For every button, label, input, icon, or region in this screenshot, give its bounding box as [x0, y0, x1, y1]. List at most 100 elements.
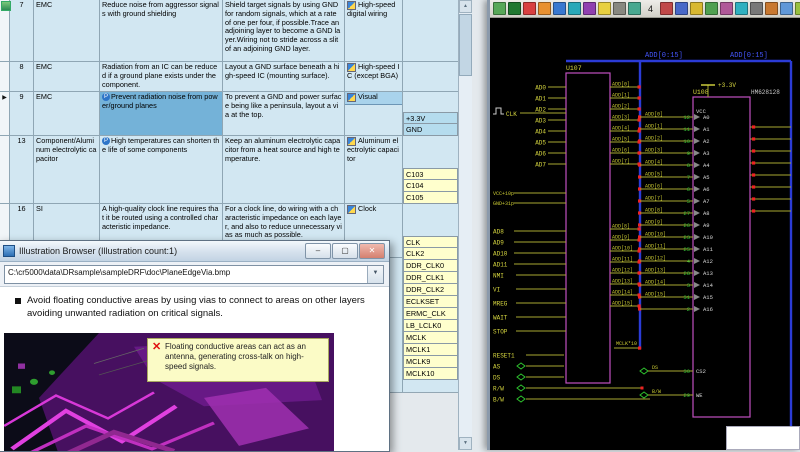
illustration-badge-icon[interactable]: P — [102, 137, 110, 145]
bus-tap-row[interactable]: ADD[2] — [610, 104, 641, 111]
net-label[interactable]: MCLK*10 — [616, 341, 637, 347]
related-net-cell[interactable]: MCLK — [403, 332, 458, 344]
dropdown-arrow-icon[interactable]: ▼ — [367, 266, 383, 283]
toolbar-icon[interactable] — [523, 2, 536, 15]
toolbar-icon[interactable] — [613, 2, 626, 15]
bus-tap-row[interactable]: ADD[8] — [610, 224, 641, 231]
cell-category[interactable]: EMC — [34, 0, 100, 61]
bus-tap-row[interactable]: ADD[13] — [610, 279, 641, 286]
toolbar-icon[interactable] — [660, 2, 673, 15]
address-pin-row[interactable]: ADD[9] 26 A9 — [638, 220, 710, 229]
ref-designator[interactable]: U107 — [566, 65, 582, 72]
cell-row-number[interactable]: 13 — [10, 136, 34, 203]
data-pin-row[interactable] — [750, 185, 791, 188]
bus-tap-row[interactable]: ADD[1] — [610, 93, 641, 100]
cell-description[interactable]: PPrevent radiation noise from power/grou… — [100, 92, 223, 135]
power-net-label[interactable]: +3.3V — [718, 82, 736, 89]
cell-countermeasure[interactable]: Keep an aluminum electrolytic capacitor … — [223, 136, 345, 203]
toolbar-icon[interactable] — [628, 2, 641, 15]
related-net-cell[interactable]: +3.3V — [403, 112, 458, 124]
related-net-cell[interactable]: ERMC_CLK — [403, 308, 458, 320]
control-net-row[interactable]: RESET1 — [493, 352, 564, 359]
cell-row-number[interactable]: 8 — [10, 62, 34, 91]
bus-label[interactable]: ADD[0:15] — [645, 52, 683, 60]
ad-net-row[interactable]: AD1 — [535, 95, 566, 102]
address-pin-row[interactable]: ADD[13] 28 A13 — [638, 268, 713, 277]
toolbar-icon[interactable] — [493, 2, 506, 15]
bus-tap-row[interactable]: ADD[9] — [610, 235, 641, 242]
bus-tap-row[interactable]: ADD[7] — [610, 159, 641, 166]
related-part-cell[interactable]: C105 — [403, 192, 458, 204]
address-pin-row[interactable]: ADD[3] 9 A3 — [638, 148, 710, 157]
title-bar[interactable]: Illustration Browser (Illustration count… — [0, 241, 389, 262]
toolbar-icon[interactable] — [598, 2, 611, 15]
cell-row-number[interactable]: 9 — [10, 92, 34, 135]
toolbar-icon[interactable] — [705, 2, 718, 15]
net-label[interactable]: CLK — [506, 111, 517, 118]
data-pin-row[interactable] — [750, 197, 791, 200]
ad-net-row[interactable]: AD6 — [535, 150, 566, 157]
control-pin-row[interactable]: DS 30 CS2 — [640, 365, 706, 375]
ad-net-row[interactable]: AD4 — [535, 128, 566, 135]
bus-tap-row[interactable]: ADD[6] — [610, 148, 641, 155]
address-pin-row[interactable]: ADD[6] 6 A6 — [638, 184, 710, 193]
toolbar-icon[interactable] — [568, 2, 581, 15]
bus-tap-row[interactable]: ADD[11] — [610, 257, 641, 264]
close-button[interactable]: ✕ — [359, 243, 385, 259]
toolbar-icon[interactable] — [735, 2, 748, 15]
bus-tap-row[interactable]: ADD[0] — [610, 82, 641, 89]
toolbar-icon[interactable] — [765, 2, 778, 15]
illustration-path-combo[interactable]: C:\cr5000\data\DRsample\sampleDRF\doc\Pl… — [4, 265, 384, 284]
bus-tap-row[interactable]: ADD[15] — [610, 301, 641, 308]
cell-category[interactable]: EMC — [34, 62, 100, 91]
toolbar-icon[interactable] — [720, 2, 733, 15]
ref-designator[interactable]: U108 — [693, 89, 709, 96]
toolbar-icon[interactable] — [583, 2, 596, 15]
illustration-badge-icon[interactable]: P — [102, 93, 110, 101]
cell-related-item[interactable]: Visual — [345, 92, 403, 135]
toolbar-icon[interactable] — [750, 2, 763, 15]
bus-tap-row[interactable]: ADD[12] — [610, 268, 641, 275]
ad-net-row[interactable]: AD7 — [535, 161, 566, 168]
related-net-cell[interactable]: DDR_CLK1 — [403, 272, 458, 284]
address-pin-row[interactable]: ADD[1] 11 A1 — [638, 124, 710, 133]
address-pin-row[interactable]: ADD[11] 25 A11 — [638, 244, 714, 253]
ic-u107[interactable] — [566, 73, 610, 383]
control-net-row[interactable]: NMI — [493, 272, 566, 279]
toolbar-icon[interactable] — [553, 2, 566, 15]
address-pin-row[interactable]: ADD[2] 10 A2 — [638, 136, 710, 145]
cell-related-item[interactable]: Aluminum electrolytic capacitor — [345, 136, 403, 203]
power-ref-row[interactable]: VCC+10p — [493, 191, 566, 197]
power-ref-row[interactable]: GND+31p — [493, 201, 566, 207]
cell-countermeasure[interactable]: To prevent a GND and power surface being… — [223, 92, 345, 135]
address-pin-row[interactable]: ADD[14] 3 A14 — [638, 280, 714, 289]
address-pin-row[interactable]: ADD[10] 23 A10 — [638, 232, 713, 241]
ad-net-row[interactable]: AD0 — [535, 84, 566, 91]
related-net-cell[interactable]: MCLK10 — [403, 368, 458, 380]
control-net-row[interactable]: R/W — [493, 385, 564, 392]
data-pin-row[interactable] — [750, 125, 791, 128]
cell-description[interactable]: PHigh temperatures can shorten the life … — [100, 136, 223, 203]
minimize-button[interactable]: – — [305, 243, 331, 259]
address-pin-row[interactable]: ADD[8] 27 A8 — [638, 208, 710, 217]
address-pin-row[interactable]: ADD[12] 4 A12 — [638, 256, 713, 265]
control-net-row[interactable]: STOP — [493, 328, 566, 335]
ad-net-row[interactable]: AD9 — [493, 239, 566, 246]
cell-related-item[interactable]: High-speed IC (except BGA) — [345, 62, 403, 91]
ad-net-row[interactable]: AD2 — [535, 106, 566, 113]
toolbar-icon[interactable] — [795, 2, 800, 15]
toolbar-icon[interactable] — [675, 2, 688, 15]
toolbar-icon[interactable] — [690, 2, 703, 15]
cell-description[interactable]: Radiation from an IC can be reduced if a… — [100, 62, 223, 91]
toolbar-icon[interactable] — [538, 2, 551, 15]
related-net-cell[interactable]: CLK — [403, 236, 458, 248]
ad-net-row[interactable]: AD8 — [493, 228, 566, 235]
control-net-row[interactable]: MREG — [493, 300, 566, 307]
cell-description[interactable]: Reduce noise from aggressor signals with… — [100, 0, 223, 61]
ad-net-row[interactable]: AD5 — [535, 139, 566, 146]
cell-row-number[interactable]: 7 — [10, 0, 34, 61]
scroll-up-button[interactable]: ▲ — [459, 0, 472, 13]
ad-net-row[interactable]: AD11 — [493, 261, 566, 268]
data-pin-row[interactable] — [750, 173, 791, 176]
control-net-row[interactable]: AS — [493, 363, 564, 370]
